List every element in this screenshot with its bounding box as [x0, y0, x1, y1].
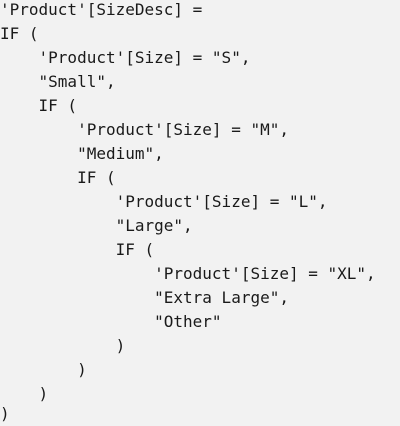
code-line-18: )	[0, 404, 10, 423]
code-line-15: )	[0, 336, 126, 355]
code-line-9: 'Product'[Size] = "L",	[0, 192, 328, 211]
code-line-6: 'Product'[Size] = "M",	[0, 120, 289, 139]
code-line-3: 'Product'[Size] = "S",	[0, 48, 251, 67]
code-line-12: 'Product'[Size] = "XL",	[0, 264, 376, 283]
code-line-4: "Small",	[0, 72, 116, 91]
code-line-14: "Other"	[0, 312, 222, 331]
code-block: 'Product'[SizeDesc] = IF ( 'Product'[Siz…	[0, 0, 400, 425]
code-line-7: "Medium",	[0, 144, 164, 163]
code-line-8: IF (	[0, 168, 116, 187]
code-line-13: "Extra Large",	[0, 288, 289, 307]
code-line-11: IF (	[0, 240, 155, 259]
code-line-2: IF (	[0, 24, 39, 43]
code-line-10: "Large",	[0, 216, 193, 235]
code-line-1: 'Product'[SizeDesc] =	[0, 0, 203, 19]
code-line-16: )	[0, 360, 87, 379]
code-line-5: IF (	[0, 96, 78, 115]
